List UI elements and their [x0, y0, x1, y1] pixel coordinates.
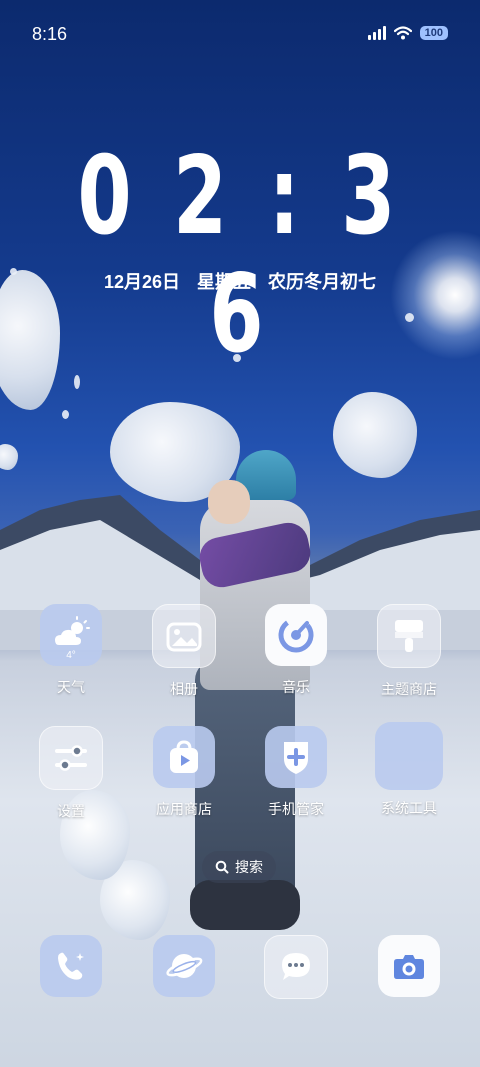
app-label: 音乐 — [282, 679, 310, 695]
weather-temp: 4° — [66, 650, 76, 661]
signal-icon — [367, 26, 386, 40]
lunar-date-text: 农历冬月初七 — [268, 272, 377, 292]
person-hand — [208, 480, 250, 524]
cloud — [333, 392, 417, 478]
settings-icon — [39, 726, 103, 790]
app-phone-manager[interactable]: 手机管家 — [246, 726, 346, 819]
weekday-text: 星期五 — [197, 272, 252, 292]
browser-icon — [153, 935, 215, 997]
status-time: 8:16 — [32, 24, 68, 44]
app-store-icon — [153, 726, 215, 788]
cloud — [0, 444, 18, 470]
phone-manager-icon — [265, 726, 327, 788]
clock-widget-date[interactable]: 12月26日 星期五 农历冬月初七 — [0, 268, 480, 294]
app-gallery[interactable]: 相册 — [134, 604, 234, 699]
app-weather[interactable]: 4° 天气 — [21, 604, 121, 697]
battery-icon: 100 — [419, 26, 448, 40]
app-music[interactable]: 音乐 — [246, 604, 346, 697]
search-button[interactable]: 搜索 — [202, 851, 276, 883]
person-shoe — [190, 880, 300, 930]
messages-icon — [264, 935, 328, 999]
app-label: 主题商店 — [381, 681, 437, 697]
snowflake — [405, 313, 414, 322]
app-settings[interactable]: 设置 — [21, 726, 121, 821]
app-label: 设置 — [57, 803, 85, 819]
app-label: 天气 — [57, 679, 85, 695]
app-label: 相册 — [170, 681, 198, 697]
app-label: 系统工具 — [381, 800, 437, 816]
app-label: 应用商店 — [156, 801, 212, 817]
phone-icon — [40, 935, 102, 997]
snowflake — [62, 410, 69, 419]
app-system-tools-folder[interactable]: 系统工具 — [359, 722, 459, 818]
camera-icon — [378, 935, 440, 997]
status-bar: 8:16 100 — [0, 0, 480, 68]
dock-phone[interactable] — [21, 935, 121, 997]
music-icon — [265, 604, 327, 666]
clock-widget-time[interactable]: 0 2 : 3 6 — [67, 138, 413, 374]
theme-store-icon — [377, 604, 441, 668]
folder-icon — [375, 722, 443, 790]
wifi-icon — [393, 26, 412, 40]
gallery-icon — [152, 604, 216, 668]
app-label: 手机管家 — [268, 801, 324, 817]
dock-browser[interactable] — [134, 935, 234, 997]
dock-messages[interactable] — [246, 935, 346, 999]
app-theme-store[interactable]: 主题商店 — [359, 604, 459, 699]
dock-camera[interactable] — [359, 935, 459, 997]
search-icon — [215, 860, 229, 874]
search-label: 搜索 — [235, 859, 263, 875]
date-text: 12月26日 — [103, 272, 180, 292]
app-app-store[interactable]: 应用商店 — [134, 726, 234, 819]
weather-icon: 4° — [40, 604, 102, 666]
snowflake — [74, 375, 80, 389]
